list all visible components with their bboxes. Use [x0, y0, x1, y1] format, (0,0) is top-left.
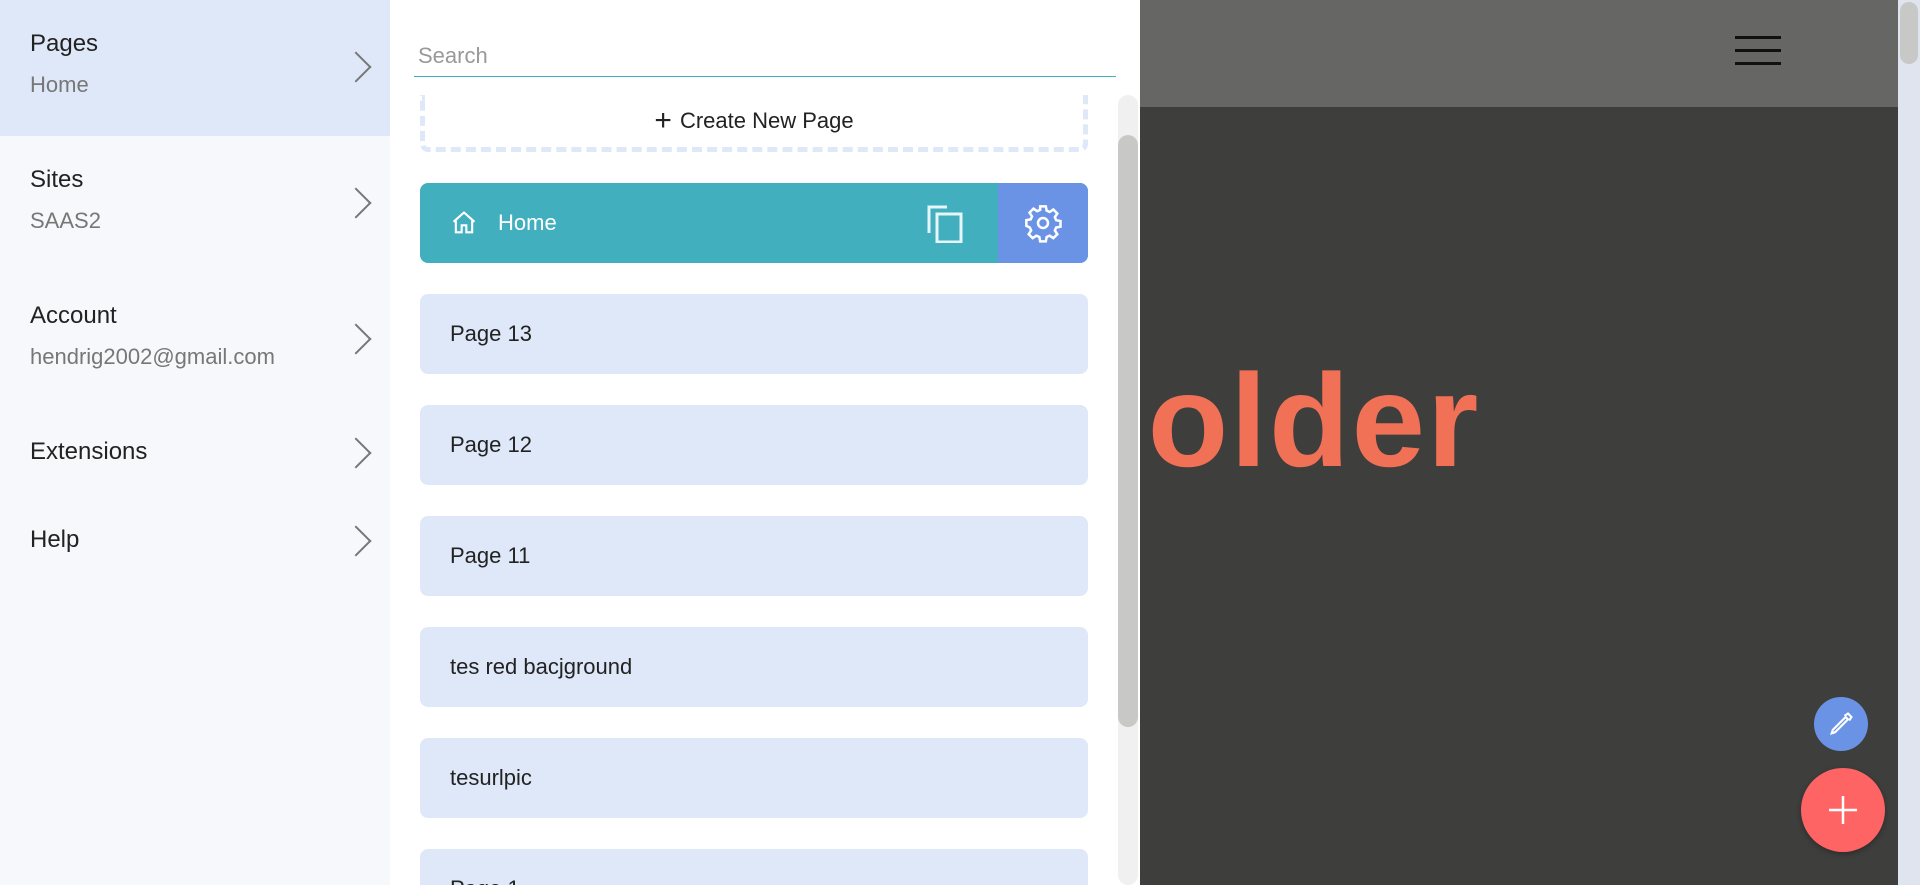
sidebar-item-account[interactable]: Account hendrig2002@gmail.com	[0, 272, 390, 408]
chevron-right-icon	[340, 51, 372, 83]
search-input[interactable]	[414, 35, 1116, 77]
sidebar-item-sublabel: SAAS2	[30, 208, 101, 233]
page-item[interactable]: Page 11	[420, 516, 1088, 596]
hamburger-menu-icon[interactable]	[1735, 36, 1781, 66]
page-scrollbar[interactable]	[1898, 0, 1920, 885]
pages-panel: + Create New Page Home Page 13 Page 12 P…	[390, 0, 1140, 885]
sidebar-item-extensions[interactable]: Extensions	[0, 408, 390, 496]
sidebar-item-label: Sites	[30, 166, 84, 193]
page-item[interactable]: Page 1	[420, 849, 1088, 885]
chevron-right-icon	[340, 437, 372, 469]
sidebar-item-sublabel: Home	[30, 72, 89, 97]
create-new-page-label: Create New Page	[679, 108, 854, 133]
home-icon	[452, 211, 476, 234]
sidebar: Pages Home Sites SAAS2 Account hendrig20…	[0, 0, 390, 885]
sidebar-item-label: Pages	[30, 30, 99, 57]
panel-scrollbar-thumb[interactable]	[1118, 135, 1138, 727]
page-scrollbar-thumb[interactable]	[1900, 2, 1918, 64]
sidebar-item-pages[interactable]: Pages Home	[0, 0, 390, 136]
chevron-right-icon	[340, 525, 372, 557]
sidebar-item-label: Extensions	[30, 438, 148, 465]
page-item-current[interactable]: Home	[420, 183, 1088, 263]
page-settings-button[interactable]	[998, 183, 1088, 263]
page-name: Home	[498, 210, 557, 235]
create-new-page-button[interactable]: + Create New Page	[420, 95, 1088, 152]
sidebar-item-sites[interactable]: Sites SAAS2	[0, 136, 390, 272]
page-item[interactable]: tes red bacjground	[420, 627, 1088, 707]
plus-icon: +	[654, 104, 672, 137]
sidebar-item-label: Help	[30, 526, 80, 553]
page-item[interactable]: Page 13	[420, 294, 1088, 374]
chevron-right-icon	[340, 187, 372, 219]
gear-icon	[1025, 205, 1062, 243]
add-button[interactable]	[1801, 768, 1885, 852]
sidebar-item-label: Account	[30, 302, 117, 329]
sidebar-item-help[interactable]: Help	[0, 496, 390, 584]
duplicate-page-icon[interactable]	[925, 203, 965, 243]
chevron-right-icon	[340, 323, 372, 355]
page-item[interactable]: tesurlpic	[420, 738, 1088, 818]
pen-icon	[1830, 712, 1853, 735]
edit-pen-button[interactable]	[1814, 697, 1868, 751]
page-item[interactable]: Page 12	[420, 405, 1088, 485]
preview-header	[1140, 0, 1898, 107]
sidebar-item-sublabel: hendrig2002@gmail.com	[30, 344, 275, 369]
plus-icon	[1829, 796, 1857, 824]
